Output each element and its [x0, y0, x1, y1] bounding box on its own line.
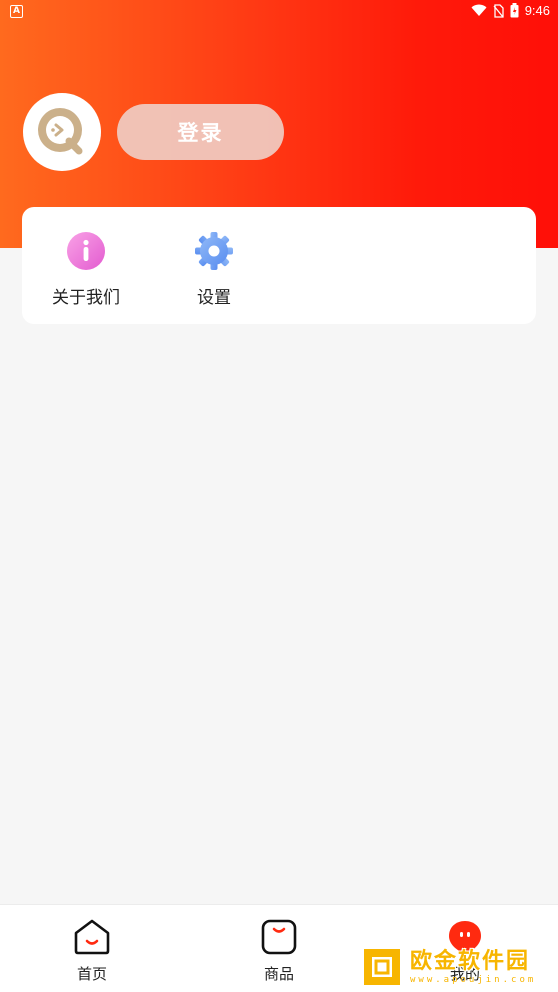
gear-icon — [195, 232, 233, 270]
tab-home[interactable]: 首页 — [42, 917, 142, 984]
menu-item-settings[interactable]: 设置 — [169, 231, 259, 308]
status-time: 9:46 — [524, 3, 550, 18]
app-logo-icon — [38, 108, 83, 155]
watermark-logo-icon — [362, 947, 402, 987]
tab-products[interactable]: 商品 — [229, 917, 329, 984]
watermark-url: www.apoujin.com — [410, 975, 537, 985]
menu-item-about-us[interactable]: 关于我们 — [41, 231, 131, 308]
menu-item-label: 设置 — [197, 288, 231, 308]
watermark-title: 欧金软件园 — [410, 949, 531, 974]
shopping-bag-icon — [261, 919, 297, 955]
no-sim-icon — [493, 3, 504, 18]
watermark: 欧金软件园 www.apoujin.com — [360, 944, 554, 990]
battery-icon — [510, 3, 519, 18]
info-icon — [67, 232, 105, 270]
avatar[interactable] — [23, 93, 101, 171]
menu-card: 关于我们 设置 — [22, 207, 536, 324]
menu-item-label: 关于我们 — [52, 288, 120, 308]
tab-label: 首页 — [76, 965, 107, 983]
login-button[interactable]: 登录 — [117, 104, 284, 160]
status-bar: A 9:46 — [0, 0, 558, 24]
tab-label: 商品 — [263, 965, 294, 983]
wifi-icon — [471, 4, 487, 16]
notification-icon: A — [10, 5, 23, 18]
home-icon — [74, 919, 110, 955]
